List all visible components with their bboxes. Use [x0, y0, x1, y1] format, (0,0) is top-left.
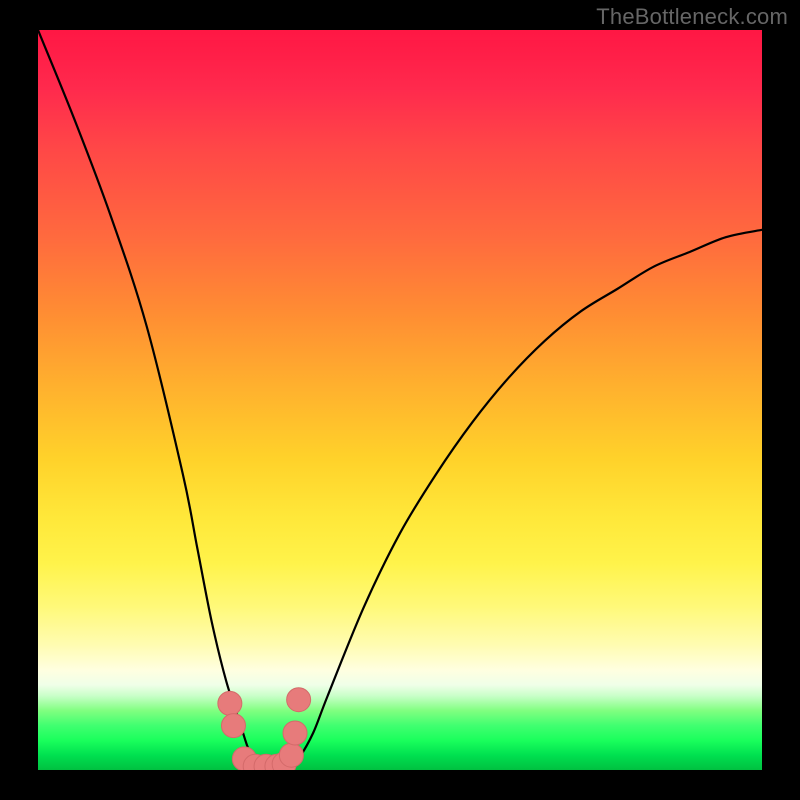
- curve-overlay: [38, 30, 762, 770]
- highlighted-points: [218, 688, 311, 770]
- marker-point: [218, 691, 242, 715]
- marker-point: [287, 688, 311, 712]
- chart-frame: TheBottleneck.com: [0, 0, 800, 800]
- marker-point: [221, 714, 245, 738]
- watermark-text: TheBottleneck.com: [596, 4, 788, 30]
- marker-point: [279, 743, 303, 767]
- plot-area: [38, 30, 762, 770]
- bottleneck-curve: [38, 30, 762, 770]
- marker-point: [283, 721, 307, 745]
